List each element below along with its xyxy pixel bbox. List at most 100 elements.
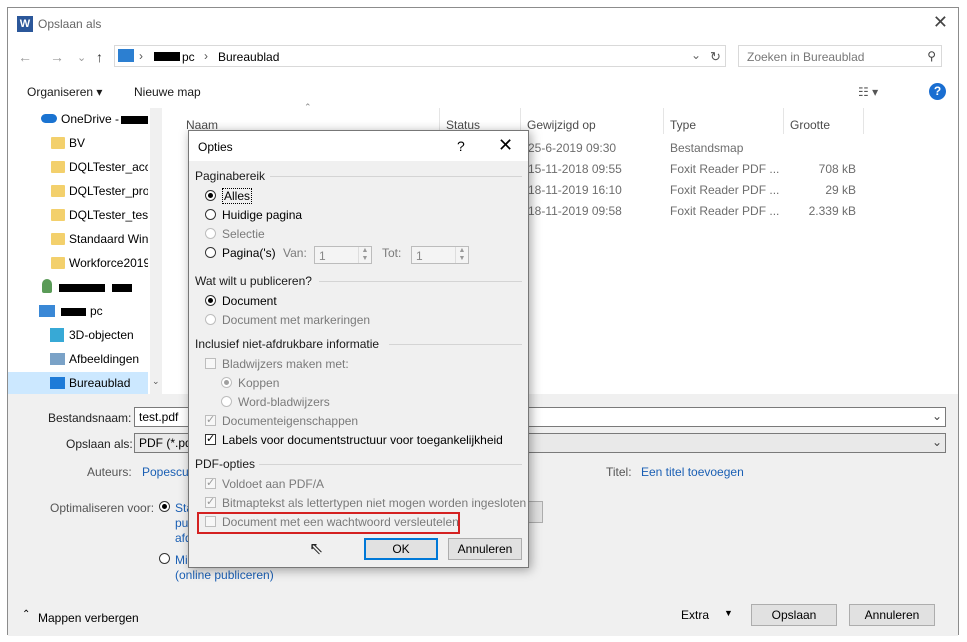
folder-icon [51,257,65,269]
sidebar-item-bv[interactable]: BV [8,132,148,154]
divider [270,176,522,177]
folder-icon [51,209,65,221]
authors-label: Auteurs: [87,465,132,479]
authors-value[interactable]: Popescu, [142,465,192,479]
filename-label: Bestandsnaam: [48,411,132,425]
column-header-gewijzigd[interactable]: Gewijzigd op [527,118,596,132]
dialog-close-button[interactable]: ✕ [498,135,513,156]
organise-menu[interactable]: Organiseren ▾ [27,85,102,99]
savetype-value: PDF (*.pdf [139,436,196,450]
chevron-down-icon[interactable]: ▼ [724,608,733,618]
redacted-name [121,116,148,124]
chevron-down-icon[interactable]: ⌄ [932,435,942,449]
savetype-label: Opslaan als: [66,437,133,451]
pdfa-label: Voldoet aan PDF/A [222,477,325,491]
properties-checkbox [205,413,216,426]
redacted-name [112,284,132,292]
sidebar-item-workforce2019[interactable]: Workforce2019 [8,252,148,274]
range-all-label: Alles [222,188,253,204]
row-size: 708 kB [818,162,856,176]
forward-button[interactable]: → [50,49,64,65]
sidebar-item-afbeeldingen[interactable]: Afbeeldingen [8,348,148,370]
range-pages-radio[interactable] [205,247,216,258]
view-options-icon[interactable]: ☷ ▾ [858,85,878,99]
to-stepper[interactable]: 1 ▲ ▼ [411,246,469,264]
sort-up-icon: ⌃ [304,102,312,112]
hide-folders-button[interactable]: Mappen verbergen [38,611,139,625]
from-value: 1 [319,249,326,263]
dialog-help-button[interactable]: ? [457,138,465,154]
user-icon [42,279,52,293]
navigation-pane: OneDrive - BV DQLTester_acce DQLTester_p… [8,108,162,394]
sidebar-scrollbar[interactable]: ⌄ [150,108,162,394]
sidebar-item-bureaublad[interactable]: Bureaublad [8,372,148,394]
up-button[interactable]: ↑ [96,49,103,65]
refresh-icon[interactable]: ↻ [710,49,721,65]
chevron-down-icon[interactable]: ⌄ [932,409,942,423]
folder-icon [51,185,65,197]
stepper-arrows-icon[interactable]: ▲ ▼ [455,247,468,263]
chevron-up-icon[interactable]: ⌃ [22,609,30,620]
sidebar-item-onedrive[interactable]: OneDrive - [8,108,148,130]
publish-heading: Wat wilt u publiceren? [195,274,312,288]
publish-document-radio[interactable] [205,295,216,306]
word-bookmarks-label: Word-bladwijzers [238,395,330,409]
extra-menu[interactable]: Extra [681,608,709,622]
row-date: 18-11-2019 16:10 [528,183,622,197]
close-window-button[interactable]: ✕ [933,12,948,33]
column-header-grootte[interactable]: Grootte [790,118,830,132]
range-all-radio[interactable] [205,190,216,201]
column-separator[interactable] [863,108,864,134]
breadcrumb-pc[interactable]: pc [182,50,195,64]
sidebar-item-label: DQLTester_proc [69,184,148,198]
optimize-standard-radio[interactable] [159,501,170,512]
chevron-down-icon[interactable]: ⌄ [691,48,701,62]
window-title: Opslaan als [38,17,102,31]
sidebar-item-dqltester-acce[interactable]: DQLTester_acce [8,156,148,178]
stepper-arrows-icon[interactable]: ▲ ▼ [358,247,371,263]
from-stepper[interactable]: 1 ▲ ▼ [314,246,372,264]
address-bar[interactable]: › pc › Bureaublad ⌄ ↻ [114,45,726,67]
sidebar-item-label: Bureaublad [69,376,131,390]
publish-document-label: Document [222,294,277,308]
structure-tags-label: Labels voor documentstructuur voor toega… [222,433,503,447]
options-button[interactable] [529,501,543,523]
scroll-down-icon[interactable]: ⌄ [152,376,160,387]
range-current-radio[interactable] [205,209,216,220]
back-button[interactable]: ← [18,49,32,65]
pdfa-checkbox [205,476,216,489]
sidebar-item-label: pc [90,304,103,318]
dialog-cancel-button[interactable]: Annuleren [448,538,522,560]
sidebar-item-label: Standaard Win [69,232,148,246]
column-separator[interactable] [663,108,664,134]
sidebar-item-3d-objecten[interactable]: 3D-objecten [8,324,148,346]
onedrive-icon [41,114,57,123]
sidebar-item-dqltester-test[interactable]: DQLTester_test [8,204,148,226]
range-pages-label: Pagina('s) [222,246,276,260]
save-button[interactable]: Opslaan [751,604,837,626]
breadcrumb-bureaublad[interactable]: Bureaublad [218,50,279,64]
sidebar-item-standaard-win[interactable]: Standaard Win [8,228,148,250]
row-size: 2.339 kB [808,204,856,218]
column-header-type[interactable]: Type [670,118,696,132]
recent-locations-button[interactable]: ⌄ [77,51,86,64]
new-folder-button[interactable]: Nieuwe map [134,85,201,99]
from-label: Van: [283,246,307,260]
title-value[interactable]: Een titel toevoegen [641,465,744,479]
to-label: Tot: [382,246,402,260]
optimize-minimum-radio[interactable] [159,553,170,564]
structure-tags-checkbox[interactable] [205,432,216,445]
computer-icon [39,305,55,317]
desktop-icon [50,377,65,389]
sidebar-item-pc[interactable]: pc [8,300,148,322]
help-icon[interactable]: ? [929,83,946,100]
ok-button[interactable]: OK [364,538,438,560]
sidebar-item-user[interactable] [8,276,148,298]
sidebar-item-dqltester-proc[interactable]: DQLTester_proc [8,180,148,202]
column-separator[interactable] [783,108,784,134]
cancel-button[interactable]: Annuleren [849,604,935,626]
range-selection-label: Selectie [222,227,265,241]
page-range-heading: Paginabereik [195,169,266,183]
sidebar-item-label: DQLTester_test [69,208,148,222]
search-input[interactable]: Zoeken in Bureaublad ⚲ [738,45,942,67]
